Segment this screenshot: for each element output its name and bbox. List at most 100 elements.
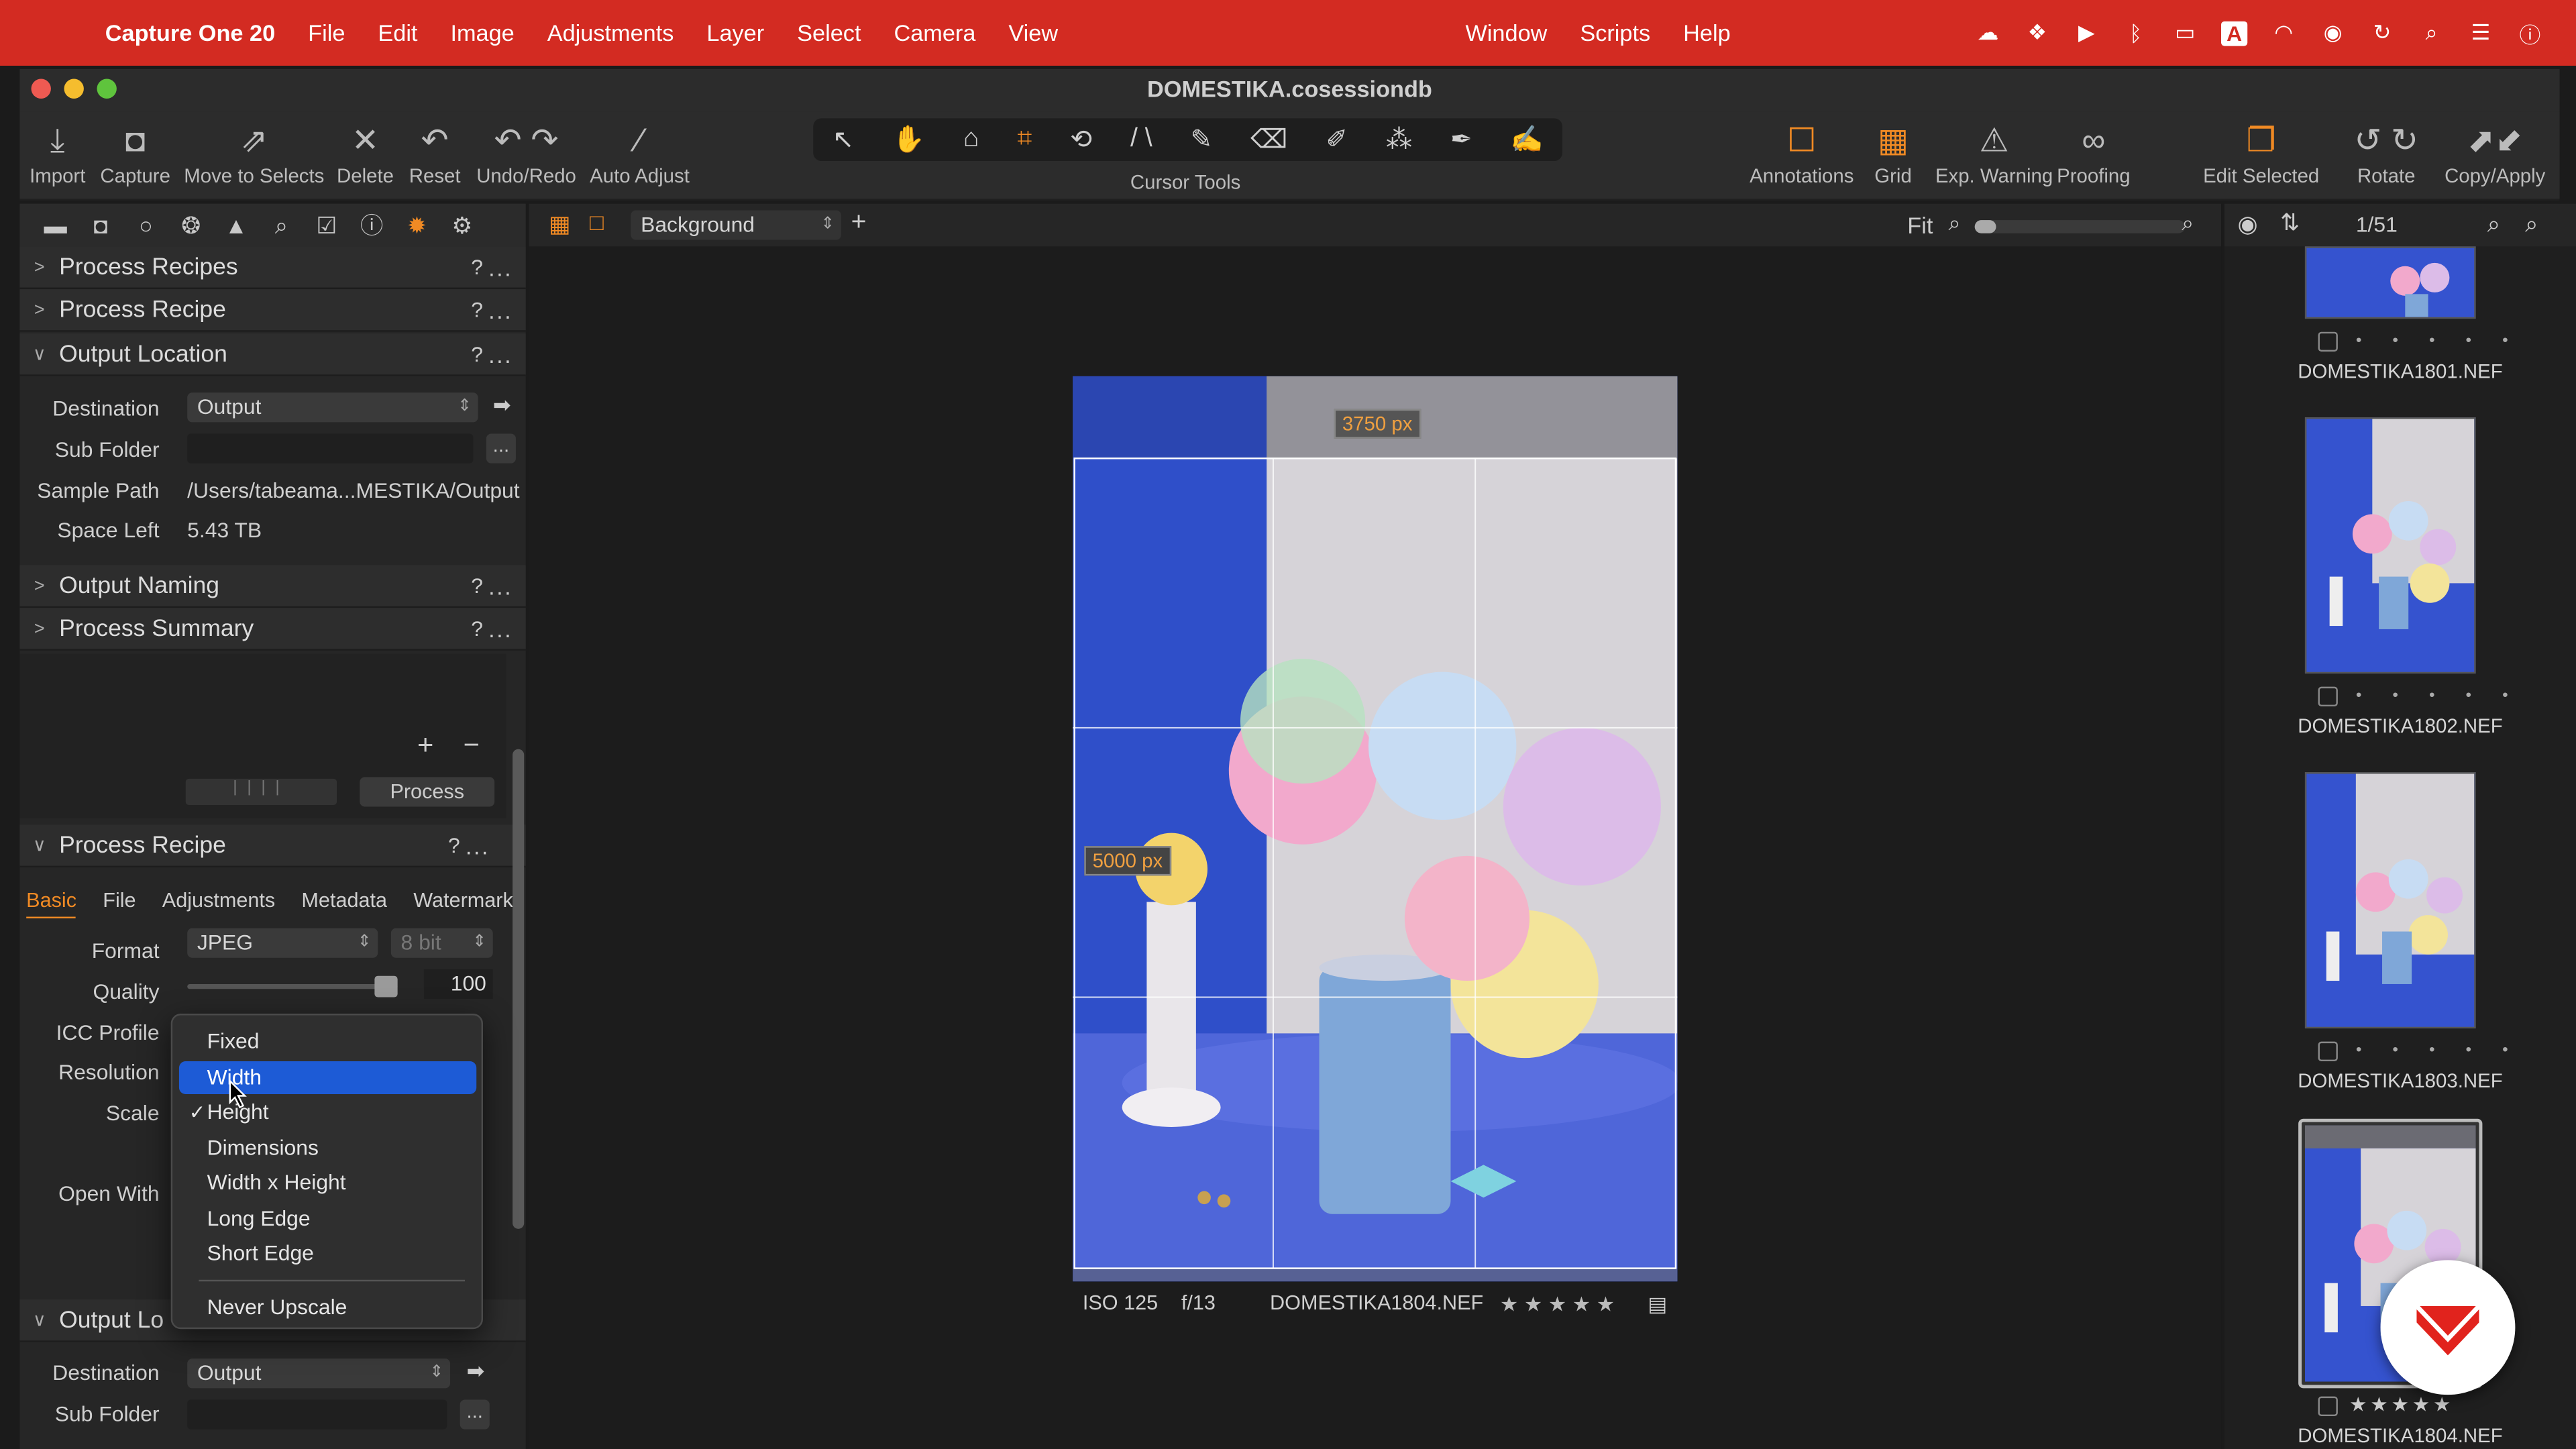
control-center-icon[interactable]: ☰ [2467, 19, 2493, 46]
brush-icon[interactable]: ✎ [1190, 123, 1212, 156]
arrow-right-icon[interactable]: ➡ [493, 392, 511, 419]
tab-file[interactable]: File [103, 889, 136, 912]
library-tab-icon[interactable]: ▬ [33, 212, 78, 238]
help-icon[interactable]: ? [471, 341, 483, 366]
main-image[interactable]: 3750 px 5000 px [1073, 376, 1678, 1282]
more-icon[interactable]: ... [488, 615, 513, 641]
option-height[interactable]: ✓ Height [179, 1095, 476, 1128]
zoom-window-button[interactable] [97, 78, 117, 99]
annotations-button[interactable]: ☐ Annotations [1750, 118, 1854, 188]
multi-view-icon[interactable]: ▦ [549, 210, 570, 238]
creative-cloud-icon[interactable]: ☁ [1975, 19, 2001, 46]
section-process-recipes[interactable]: > Process Recipes ? ... [19, 246, 526, 290]
move-to-selects-button[interactable]: ⇗ Move to Selects [184, 118, 324, 188]
bluetooth-icon[interactable]: ᛒ [2123, 21, 2149, 46]
section-process-recipe[interactable]: > Process Recipe ? ... [19, 289, 526, 332]
option-long-edge[interactable]: Long Edge [179, 1203, 476, 1236]
copy-apply-button[interactable]: ⬈⬋ Copy/Apply [2445, 118, 2545, 188]
sub-folder-browse-button-bottom[interactable]: ... [460, 1399, 490, 1430]
tab-adjustments[interactable]: Adjustments [162, 889, 275, 912]
battery-icon[interactable]: ▭ [2172, 19, 2198, 46]
zoom-out-icon[interactable]: ⌕ [1948, 210, 1960, 236]
dropbox-icon[interactable]: ❖ [2024, 19, 2050, 46]
menu-edit[interactable]: Edit [378, 19, 417, 46]
more-icon[interactable]: ... [488, 297, 513, 323]
time-machine-icon[interactable]: ↻ [2369, 19, 2395, 46]
zoom-in-icon[interactable]: ⌕ [2182, 210, 2194, 236]
section-output-location[interactable]: ∨ Output Location ? ... [19, 333, 526, 376]
more-icon[interactable]: ... [488, 572, 513, 598]
play-icon[interactable]: ▶ [2074, 19, 2100, 46]
reset-button[interactable]: ↶ Reset [409, 118, 461, 188]
option-never-upscale[interactable]: Never Upscale [179, 1291, 476, 1324]
fit-button[interactable]: Fit [1907, 212, 1933, 238]
pencil-icon[interactable]: ✐ [1326, 123, 1348, 156]
format-select[interactable]: JPEG ⇕ [187, 928, 378, 958]
menu-window[interactable]: Window [1465, 19, 1547, 46]
pan-hand-icon[interactable]: ✋ [892, 123, 925, 156]
tab-watermark[interactable]: Watermark [413, 889, 513, 912]
process-button[interactable]: Process [360, 777, 495, 807]
color-tab-icon[interactable]: ❂ [168, 211, 213, 239]
thumbnail-stars[interactable]: • • • • • [2356, 687, 2521, 705]
rotate-tool-icon[interactable]: ⟲ [1070, 123, 1092, 156]
minimize-window-button[interactable] [64, 78, 84, 99]
help-icon[interactable]: ? [471, 616, 483, 641]
search-icon[interactable]: ⌕ [2487, 210, 2500, 238]
option-dimensions[interactable]: Dimensions [179, 1132, 476, 1165]
thumbnail-stars[interactable]: • • • • • [2356, 332, 2521, 350]
details-tab-icon[interactable]: ⌕ [259, 211, 304, 239]
quality-slider-handle[interactable] [374, 975, 398, 998]
background-select[interactable]: Background ⇕ [631, 210, 841, 240]
wifi-icon[interactable]: ◠ [2270, 19, 2296, 46]
single-view-icon[interactable]: □ [590, 209, 604, 235]
tab-basic[interactable]: Basic [26, 889, 76, 912]
quality-value[interactable]: 100 [423, 969, 493, 999]
info-list-icon[interactable]: ▤ [1648, 1291, 1667, 1316]
select-checkbox[interactable] [2318, 1396, 2338, 1417]
proofing-button[interactable]: ∞ Proofing [2057, 118, 2130, 188]
remove-icon[interactable]: − [464, 729, 480, 762]
section-output-naming[interactable]: > Output Naming ? ... [19, 565, 526, 608]
thumbnail-1801[interactable] [2304, 246, 2476, 319]
select-checkbox[interactable] [2318, 1041, 2338, 1062]
more-icon[interactable]: ... [488, 254, 513, 280]
picker-icon[interactable]: ⁂ [1386, 123, 1412, 156]
thumbnail-1803[interactable] [2304, 772, 2476, 1029]
select-checkbox[interactable] [2318, 331, 2338, 352]
section-process-summary[interactable]: > Process Summary ? ... [19, 608, 526, 651]
select-checkbox[interactable] [2318, 686, 2338, 707]
auto-adjust-button[interactable]: ⁄ Auto Adjust [590, 118, 690, 188]
undo-redo-button[interactable]: ↶ ↷ Undo/Redo [476, 118, 576, 188]
sub-folder-input[interactable] [187, 433, 474, 464]
spotlight-icon[interactable]: ⌕ [2418, 19, 2445, 46]
filter-icon[interactable]: ⌕ [2525, 210, 2538, 238]
eraser-icon[interactable]: ⌫ [1250, 123, 1287, 156]
batch-tab-icon[interactable]: ⚙ [439, 211, 484, 239]
option-width[interactable]: Width [178, 1061, 477, 1095]
help-icon[interactable]: ? [448, 833, 460, 858]
option-short-edge[interactable]: Short Edge [179, 1237, 476, 1270]
menu-select[interactable]: Select [797, 19, 861, 46]
sub-folder-input-bottom[interactable] [187, 1399, 447, 1430]
more-icon[interactable]: ... [466, 832, 490, 858]
thumbnail-stars[interactable]: • • • • • [2356, 1042, 2521, 1060]
delete-button[interactable]: ✕ Delete [337, 118, 394, 188]
close-window-button[interactable] [31, 78, 51, 99]
capture-tab-icon[interactable]: ◘ [78, 212, 123, 238]
edit-selected-button[interactable]: ❐ Edit Selected [2203, 118, 2319, 188]
menu-app-name[interactable]: Capture One 20 [105, 19, 275, 46]
exposure-tab-icon[interactable]: ▲ [213, 212, 258, 238]
keystone-icon[interactable]: / \ [1130, 125, 1152, 154]
viewer-rating-stars[interactable]: ★ ★ ★ ★ ★ [1500, 1291, 1615, 1316]
annotate-icon[interactable]: ✍ [1511, 123, 1544, 156]
menu-scripts[interactable]: Scripts [1580, 19, 1650, 46]
exp-warning-button[interactable]: ⚠ Exp. Warning [1935, 118, 2053, 188]
panel-scrollbar[interactable] [513, 749, 525, 1229]
thumbnail-1802[interactable] [2304, 417, 2476, 674]
help-icon[interactable]: ? [471, 574, 483, 598]
option-width-x-height[interactable]: Width x Height [179, 1167, 476, 1199]
tab-metadata[interactable]: Metadata [301, 889, 387, 912]
output-tab-icon[interactable]: ✹ [394, 211, 439, 239]
sort-icon[interactable]: ⇅ [2280, 209, 2300, 237]
